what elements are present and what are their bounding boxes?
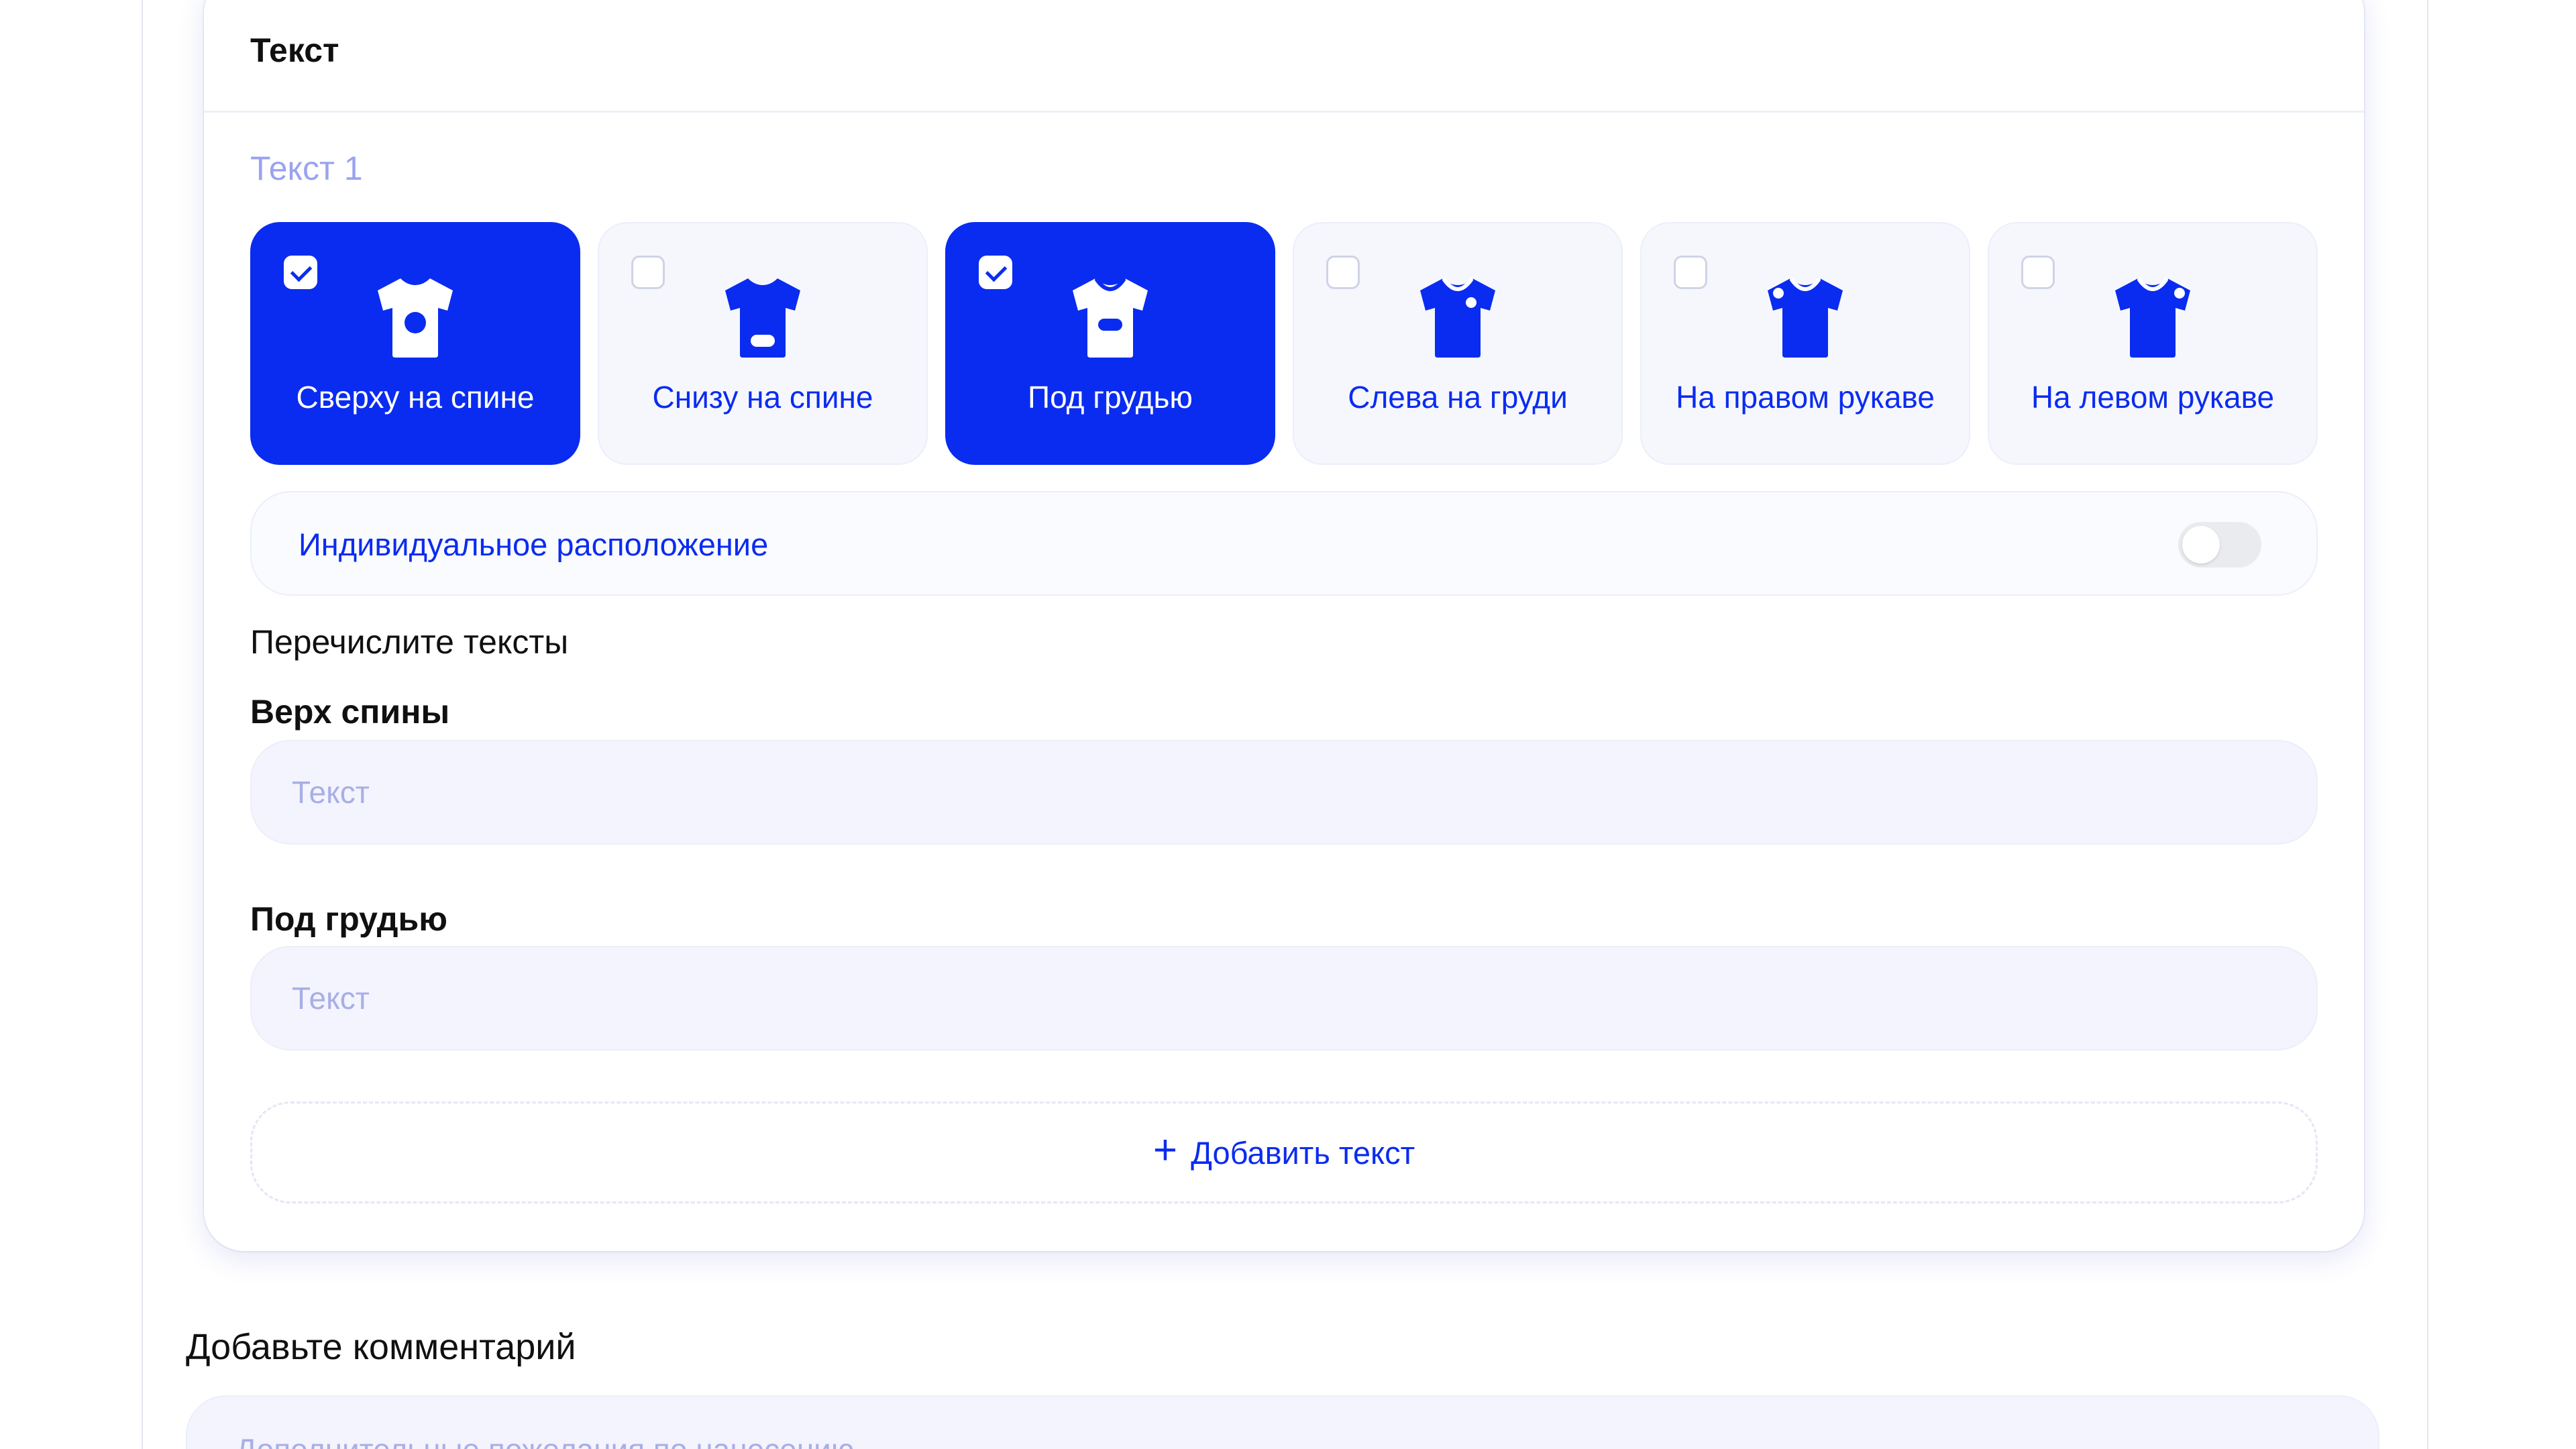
tshirt-right-sleeve-icon xyxy=(1765,276,1845,359)
placement-label: На левом рукаве xyxy=(2031,380,2275,415)
comment-title: Добавьте комментарий xyxy=(186,1327,576,1367)
tshirt-left-sleeve-icon xyxy=(2112,276,2193,359)
placement-checkbox[interactable] xyxy=(284,256,317,289)
placement-option-right-sleeve[interactable]: На правом рукаве xyxy=(1640,222,1970,465)
comment-textarea[interactable] xyxy=(186,1395,2379,1449)
plus-icon: + xyxy=(1152,1127,1178,1173)
placement-options: Сверху на спине Снизу на спине Под грудь… xyxy=(250,222,2318,465)
placement-checkbox[interactable] xyxy=(631,256,665,289)
tshirt-under-chest-icon xyxy=(1070,276,1150,359)
placement-checkbox[interactable] xyxy=(1674,256,1707,289)
placement-label: Сверху на спине xyxy=(296,380,535,415)
text-input-under-chest[interactable] xyxy=(250,946,2318,1051)
text-field-label-under-chest: Под грудью xyxy=(250,900,447,938)
placement-label: Слева на груди xyxy=(1348,380,1568,415)
custom-placement-toggle[interactable] xyxy=(2178,522,2261,568)
placement-option-left-chest[interactable]: Слева на груди xyxy=(1293,222,1623,465)
placement-option-back-bottom[interactable]: Снизу на спине xyxy=(598,222,928,465)
placement-option-left-sleeve[interactable]: На левом рукаве xyxy=(1988,222,2318,465)
placement-label: На правом рукаве xyxy=(1676,380,1935,415)
section-divider xyxy=(204,111,2364,113)
text-block-title: Текст 1 xyxy=(250,150,363,187)
text-section-card: Текст Текст 1 Сверху на спине Снизу на с… xyxy=(204,0,2364,1251)
text-field-label-back-top: Верх спины xyxy=(250,693,450,731)
placement-checkbox[interactable] xyxy=(1326,256,1360,289)
tshirt-back-top-icon xyxy=(375,276,455,359)
placement-checkbox[interactable] xyxy=(2021,256,2055,289)
tshirt-left-chest-icon xyxy=(1417,276,1498,359)
text-input-back-top[interactable] xyxy=(250,740,2318,845)
placement-label: Под грудью xyxy=(1028,380,1193,415)
custom-placement-label: Индивидуальное расположение xyxy=(299,527,769,562)
placement-checkbox[interactable] xyxy=(979,256,1012,289)
placement-option-back-top[interactable]: Сверху на спине xyxy=(250,222,580,465)
add-text-label: Добавить текст xyxy=(1191,1134,1415,1171)
tshirt-back-bottom-icon xyxy=(722,276,803,359)
section-title: Текст xyxy=(250,32,339,69)
placement-label: Снизу на спине xyxy=(652,380,873,415)
toggle-knob xyxy=(2182,526,2220,564)
add-text-button[interactable]: + Добавить текст xyxy=(250,1102,2318,1203)
placement-option-under-chest[interactable]: Под грудью xyxy=(945,222,1275,465)
texts-heading: Перечислите тексты xyxy=(250,623,569,661)
custom-placement-row: Индивидуальное расположение xyxy=(250,491,2318,596)
